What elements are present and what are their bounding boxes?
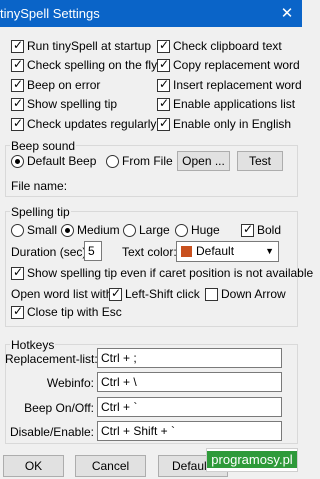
only-english-checkbox[interactable]: ✓ [157,116,170,131]
chevron-down-icon: ▼ [265,246,274,256]
down-arrow-checkbox[interactable] [205,288,218,301]
from-file-radio[interactable] [106,155,119,168]
size-large-radio[interactable] [123,224,136,237]
show-spelling-tip-checkbox[interactable]: ✓ [11,96,24,111]
disable-enable-hotkey-input[interactable]: Ctrl + Shift + ` [97,421,282,441]
ok-button[interactable]: OK [3,455,64,477]
show-tip-anyway-checkbox[interactable]: ✓ [11,265,24,280]
open-file-button[interactable]: Open ... [177,151,230,171]
copy-replacement-label: Copy replacement word [173,58,300,72]
text-color-select[interactable]: Default ▼ [176,241,279,262]
color-swatch [181,246,192,257]
size-small-radio[interactable] [11,224,24,237]
hotkeys-heading: Hotkeys [10,338,56,352]
hotkey-label: Webinfo: [46,376,94,390]
run-at-startup-label: Run tinySpell at startup [27,39,152,53]
copy-replacement-checkbox[interactable]: ✓ [157,57,170,72]
insert-replacement-label: Insert replacement word [173,78,302,92]
size-huge-label: Huge [191,223,220,237]
close-tip-esc-label: Close tip with Esc [27,305,122,319]
check-on-the-fly-label: Check spelling on the fly [27,58,158,72]
hotkey-label: Replacement-list: [5,352,98,366]
window-title: tinySpell Settings [0,6,100,21]
insert-replacement-checkbox[interactable]: ✓ [157,77,170,92]
text-color-value: Default [196,244,235,258]
check-updates-checkbox[interactable]: ✓ [11,116,24,131]
title-bar: tinySpell Settings ✕ [0,0,302,27]
file-name-label: File name: [11,179,68,193]
check-clipboard-checkbox[interactable]: ✓ [157,38,170,53]
left-shift-label: Left-Shift click [125,287,200,301]
enable-apps-list-label: Enable applications list [173,97,296,111]
hotkey-label: Disable/Enable: [9,425,94,439]
size-large-label: Large [139,223,170,237]
default-beep-radio[interactable] [11,155,24,168]
duration-input[interactable]: 5 [84,241,102,261]
check-clipboard-label: Check clipboard text [173,39,282,53]
bold-checkbox[interactable]: ✓ [241,222,254,237]
text-color-label: Text color: [122,245,177,259]
show-tip-anyway-label: Show spelling tip even if caret position… [27,266,314,280]
spelling-tip-heading: Spelling tip [10,205,71,219]
beep-sound-heading: Beep sound [10,139,77,153]
hotkey-label: Beep On/Off: [24,401,94,415]
beep-on-error-checkbox[interactable]: ✓ [11,77,24,92]
size-huge-radio[interactable] [175,224,188,237]
close-tip-esc-checkbox[interactable]: ✓ [11,304,24,319]
size-medium-radio[interactable] [61,224,74,237]
default-beep-label: Default Beep [27,154,97,168]
size-medium-label: Medium [77,223,120,237]
close-icon[interactable]: ✕ [272,0,302,27]
size-small-label: Small [27,223,58,237]
beep-on-error-label: Beep on error [27,78,101,92]
only-english-label: Enable only in English [173,117,292,131]
watermark-text: programosy.pl [207,451,297,468]
left-shift-checkbox[interactable]: ✓ [109,286,122,301]
enable-apps-list-checkbox[interactable]: ✓ [157,96,170,111]
run-at-startup-checkbox[interactable]: ✓ [11,38,24,53]
show-spelling-tip-label: Show spelling tip [27,97,118,111]
down-arrow-label: Down Arrow [221,287,286,301]
open-word-list-label: Open word list with: [11,287,116,301]
test-button[interactable]: Test [237,151,283,171]
bold-label: Bold [257,223,282,237]
replacement-list-hotkey-input[interactable]: Ctrl + ; [97,348,282,368]
check-on-the-fly-checkbox[interactable]: ✓ [11,57,24,72]
from-file-label: From File [122,154,173,168]
duration-label: Duration (sec): [11,245,90,259]
cancel-button[interactable]: Cancel [75,455,146,477]
beep-toggle-hotkey-input[interactable]: Ctrl + ` [97,397,282,417]
webinfo-hotkey-input[interactable]: Ctrl + \ [97,372,282,392]
check-updates-label: Check updates regularly [27,117,157,131]
watermark-logo: programosy.pl [206,448,298,472]
